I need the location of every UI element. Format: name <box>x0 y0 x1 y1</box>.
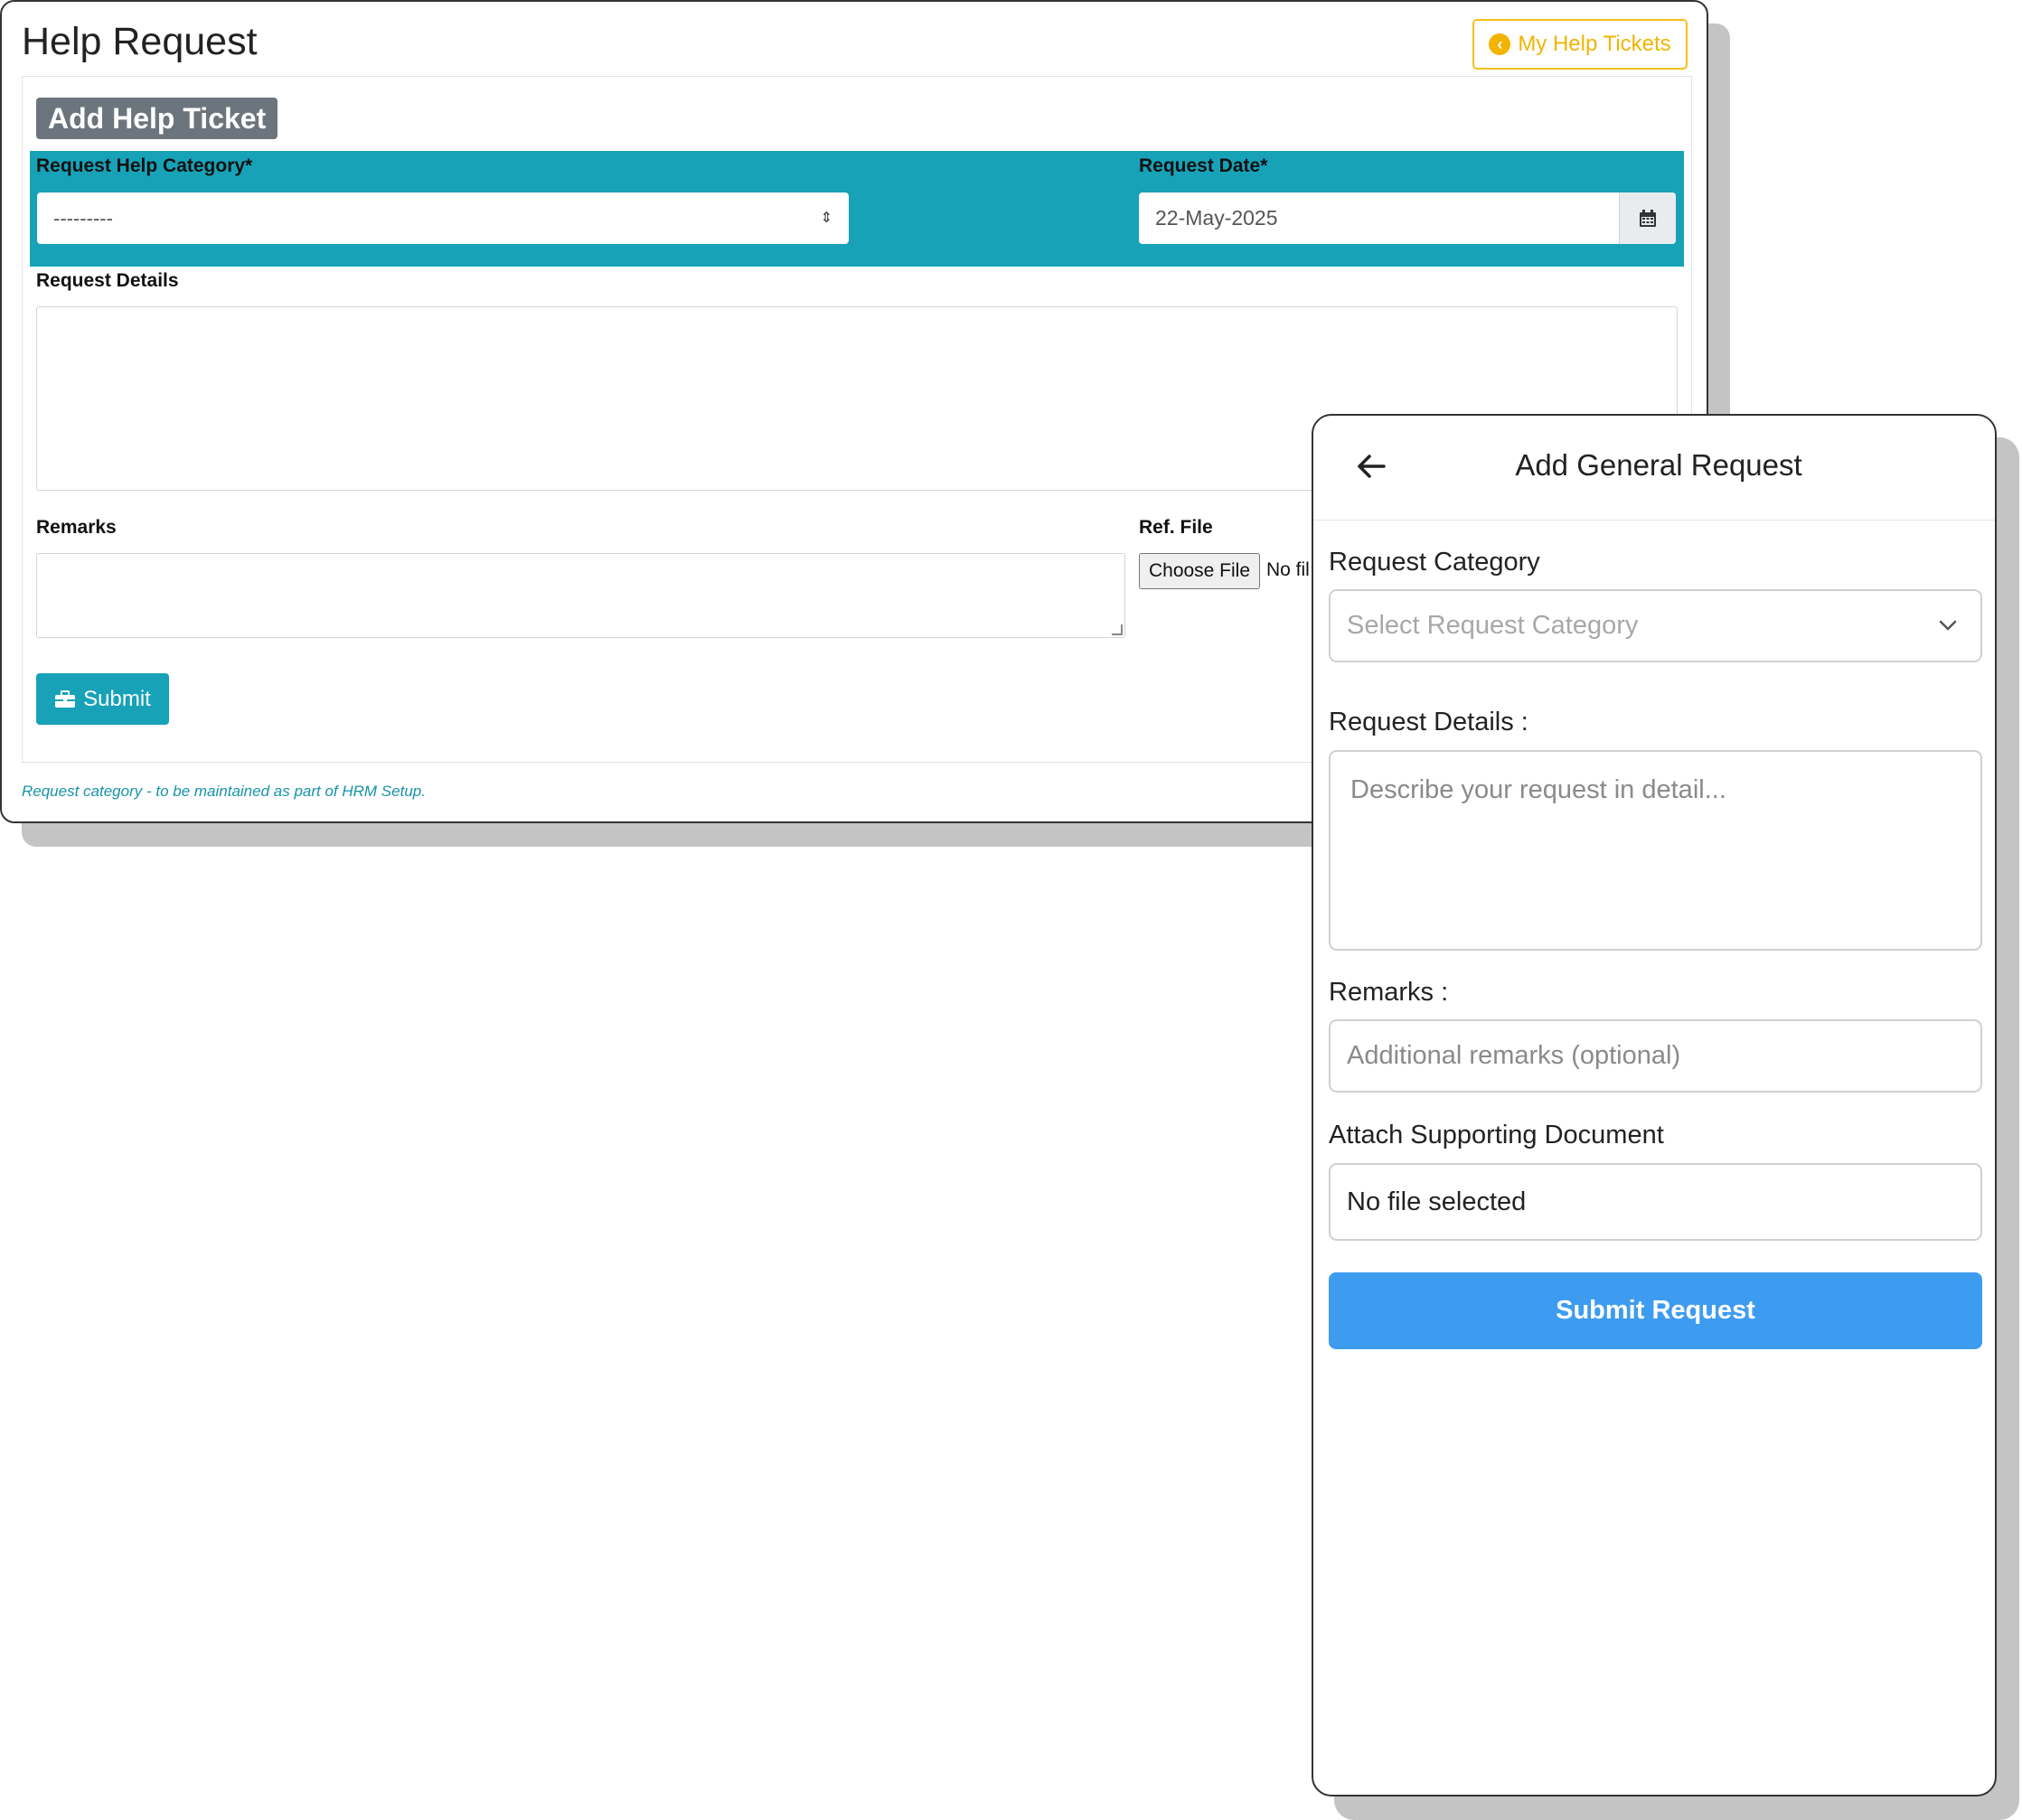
mobile-header: Add General Request <box>1313 416 1995 521</box>
my-help-tickets-label: My Help Tickets <box>1518 32 1671 56</box>
page-title: Help Request <box>22 20 258 63</box>
mobile-attach-value: No file selected <box>1347 1187 1527 1216</box>
choose-file-button[interactable]: Choose File <box>1139 553 1260 589</box>
chevron-down-icon <box>1939 620 1957 631</box>
add-help-ticket-badge: Add Help Ticket <box>36 98 278 139</box>
briefcase-icon <box>55 690 76 708</box>
request-date-input[interactable]: 22-May-2025 <box>1139 192 1676 244</box>
submit-button[interactable]: Submit <box>36 673 169 725</box>
category-select-value: --------- <box>53 207 113 230</box>
remarks-label: Remarks <box>36 517 117 538</box>
calendar-button[interactable] <box>1619 192 1676 244</box>
footnote-text: Request category - to be maintained as p… <box>22 783 426 800</box>
mobile-remarks-input[interactable]: Additional remarks (optional) <box>1329 1019 1982 1093</box>
remarks-textarea[interactable] <box>36 553 1125 638</box>
mobile-submit-button[interactable]: Submit Request <box>1329 1272 1982 1349</box>
mobile-attach-label: Attach Supporting Document <box>1329 1121 1664 1149</box>
mobile-remarks-label: Remarks : <box>1329 978 1449 1007</box>
mobile-panel: Add General Request Request Category Sel… <box>1312 414 1997 1797</box>
submit-label: Submit <box>83 686 151 711</box>
category-select[interactable]: --------- ⇕ <box>37 192 849 244</box>
mobile-category-label: Request Category <box>1329 548 1540 577</box>
resize-handle[interactable] <box>1112 624 1123 635</box>
circle-arrow-left-icon: ‹ <box>1489 33 1511 55</box>
request-date-value: 22-May-2025 <box>1155 206 1278 230</box>
ref-file-label: Ref. File <box>1139 517 1213 538</box>
mobile-category-select[interactable]: Select Request Category <box>1329 589 1982 662</box>
category-label: Request Help Category* <box>36 155 253 176</box>
no-file-text: No fil <box>1266 559 1310 580</box>
sort-icon: ⇕ <box>820 211 832 226</box>
mobile-details-textarea[interactable]: Describe your request in detail... <box>1329 750 1982 951</box>
mobile-title: Add General Request <box>1515 448 1802 482</box>
date-label: Request Date* <box>1139 155 1268 176</box>
mobile-remarks-placeholder: Additional remarks (optional) <box>1347 1041 1681 1070</box>
mobile-category-placeholder: Select Request Category <box>1347 611 1639 640</box>
my-help-tickets-button[interactable]: ‹ My Help Tickets <box>1472 19 1688 70</box>
calendar-icon <box>1640 209 1656 227</box>
mobile-details-placeholder: Describe your request in detail... <box>1350 775 1726 804</box>
details-label: Request Details <box>36 270 179 291</box>
mobile-details-label: Request Details : <box>1329 708 1528 736</box>
mobile-attach-file[interactable]: No file selected <box>1329 1163 1982 1241</box>
